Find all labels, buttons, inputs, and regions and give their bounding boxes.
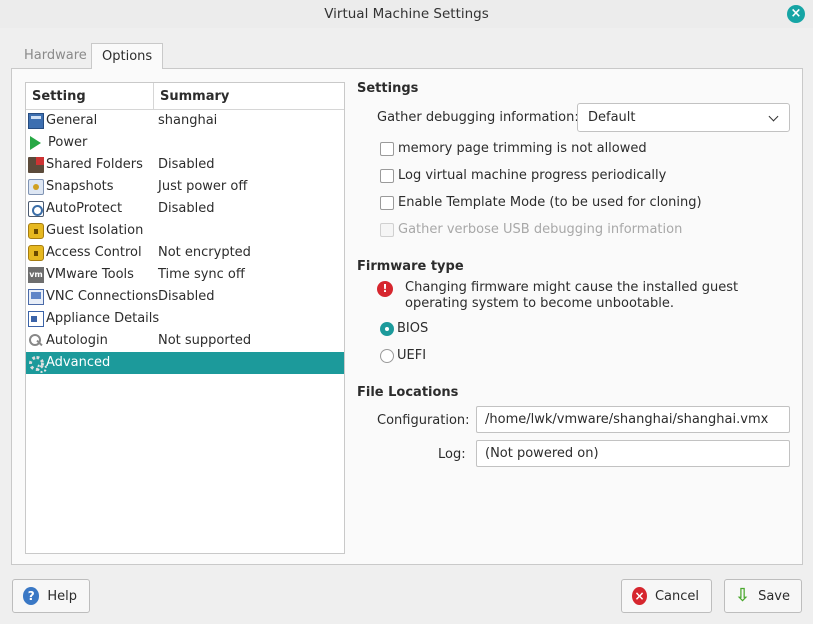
tab-hardware[interactable]: Hardware bbox=[14, 43, 97, 69]
column-header-summary[interactable]: Summary bbox=[154, 83, 229, 109]
column-header-setting[interactable]: Setting bbox=[26, 83, 154, 109]
row-summary: Time sync off bbox=[158, 267, 245, 282]
memory-trimming-checkbox[interactable]: memory page trimming is not allowed bbox=[380, 141, 647, 156]
tree-row-autologin[interactable]: Autologin Not supported bbox=[26, 330, 344, 352]
checkbox-label: Gather verbose USB debugging information bbox=[398, 222, 683, 237]
radio-label: UEFI bbox=[397, 348, 427, 363]
debug-level-select[interactable]: Default bbox=[577, 103, 790, 132]
row-name: Snapshots bbox=[46, 179, 114, 194]
tree-header: Setting Summary bbox=[26, 83, 344, 110]
key-icon bbox=[28, 333, 44, 349]
cancel-button-label: Cancel bbox=[654, 588, 699, 604]
tree-row-vnc-connections[interactable]: VNC Connections Disabled bbox=[26, 286, 344, 308]
row-name: VMware Tools bbox=[46, 267, 134, 282]
tree-row-general[interactable]: General shanghai bbox=[26, 110, 344, 132]
file-locations-title: File Locations bbox=[357, 385, 459, 400]
save-button-label: Save bbox=[758, 588, 791, 604]
tree-row-shared-folders[interactable]: Shared Folders Disabled bbox=[26, 154, 344, 176]
help-icon: ? bbox=[23, 587, 40, 605]
checkbox-box[interactable] bbox=[380, 195, 394, 210]
log-label: Log: bbox=[438, 447, 466, 462]
row-summary: Just power off bbox=[158, 179, 248, 194]
checkbox-box bbox=[380, 222, 394, 237]
debug-level-value: Default bbox=[588, 110, 636, 125]
configuration-field[interactable]: /home/lwk/vmware/shanghai/shanghai.vmx bbox=[476, 406, 790, 433]
row-name: Advanced bbox=[46, 355, 111, 370]
row-summary: Disabled bbox=[158, 157, 215, 172]
bios-radio[interactable]: BIOS bbox=[380, 321, 428, 336]
cancel-icon: × bbox=[632, 587, 647, 605]
row-name: VNC Connections bbox=[46, 289, 159, 304]
log-progress-checkbox[interactable]: Log virtual machine progress periodicall… bbox=[380, 168, 666, 183]
row-summary: Disabled bbox=[158, 201, 215, 216]
power-icon bbox=[30, 136, 41, 150]
cancel-button[interactable]: × Cancel bbox=[621, 579, 712, 613]
folder-icon bbox=[28, 157, 44, 173]
window-title: Virtual Machine Settings bbox=[324, 6, 489, 22]
row-summary: Not encrypted bbox=[158, 245, 251, 260]
save-button[interactable]: ⇩ Save bbox=[724, 579, 802, 613]
gears-icon bbox=[28, 355, 47, 373]
row-name: Access Control bbox=[46, 245, 142, 260]
usb-debug-checkbox: Gather verbose USB debugging information bbox=[380, 222, 682, 237]
tree-row-access-control[interactable]: Access Control Not encrypted bbox=[26, 242, 344, 264]
settings-tree[interactable]: Setting Summary General shanghai Power S… bbox=[25, 82, 345, 554]
help-button[interactable]: ? Help bbox=[12, 579, 90, 613]
autoprotect-icon bbox=[28, 201, 44, 217]
vnc-icon bbox=[28, 289, 44, 305]
template-mode-checkbox[interactable]: Enable Template Mode (to be used for clo… bbox=[380, 195, 702, 210]
checkbox-label: memory page trimming is not allowed bbox=[398, 141, 647, 156]
tree-row-snapshots[interactable]: Snapshots Just power off bbox=[26, 176, 344, 198]
radio-label: BIOS bbox=[397, 321, 429, 336]
snapshot-icon bbox=[28, 179, 44, 195]
radio-dot[interactable] bbox=[380, 321, 394, 336]
lock-icon bbox=[28, 223, 44, 239]
row-name: Power bbox=[48, 135, 88, 150]
tree-row-advanced[interactable]: Advanced bbox=[26, 352, 344, 374]
firmware-warning: Changing firmware might cause the instal… bbox=[405, 280, 739, 311]
row-summary: Not supported bbox=[158, 333, 252, 348]
checkbox-label: Log virtual machine progress periodicall… bbox=[398, 168, 667, 183]
tree-row-appliance-details[interactable]: Appliance Details bbox=[26, 308, 344, 330]
row-summary: Disabled bbox=[158, 289, 215, 304]
error-icon: ! bbox=[377, 281, 393, 297]
chevron-down-icon bbox=[768, 111, 779, 122]
tab-options[interactable]: Options bbox=[91, 43, 164, 69]
title-bar: Virtual Machine Settings × bbox=[0, 0, 813, 28]
radio-dot[interactable] bbox=[380, 348, 394, 363]
download-arrow-icon: ⇩ bbox=[735, 585, 751, 606]
configuration-label: Configuration: bbox=[377, 413, 470, 428]
tree-row-autoprotect[interactable]: AutoProtect Disabled bbox=[26, 198, 344, 220]
uefi-radio[interactable]: UEFI bbox=[380, 348, 426, 363]
help-button-label: Help bbox=[47, 588, 77, 604]
row-name: Guest Isolation bbox=[46, 223, 144, 238]
row-name: AutoProtect bbox=[46, 201, 123, 216]
row-name: General bbox=[46, 113, 98, 128]
debug-label: Gather debugging information: bbox=[377, 110, 579, 125]
vmware-icon: vm bbox=[28, 267, 44, 283]
lock-icon bbox=[28, 245, 44, 261]
row-summary: shanghai bbox=[158, 113, 218, 128]
settings-section-title: Settings bbox=[357, 81, 419, 96]
tree-row-guest-isolation[interactable]: Guest Isolation bbox=[26, 220, 344, 242]
checkbox-label: Enable Template Mode (to be used for clo… bbox=[398, 195, 702, 210]
row-name: Appliance Details bbox=[46, 311, 160, 326]
tree-row-power[interactable]: Power bbox=[26, 132, 344, 154]
tree-row-vmware-tools[interactable]: vm VMware Tools Time sync off bbox=[26, 264, 344, 286]
close-icon[interactable]: × bbox=[787, 5, 805, 23]
row-name: Shared Folders bbox=[46, 157, 143, 172]
firmware-section-title: Firmware type bbox=[357, 259, 464, 274]
checkbox-box[interactable] bbox=[380, 141, 394, 156]
checkbox-box[interactable] bbox=[380, 168, 394, 183]
log-field[interactable]: (Not powered on) bbox=[476, 440, 790, 467]
appliance-icon bbox=[28, 311, 44, 327]
general-icon bbox=[28, 113, 44, 129]
row-name: Autologin bbox=[46, 333, 108, 348]
